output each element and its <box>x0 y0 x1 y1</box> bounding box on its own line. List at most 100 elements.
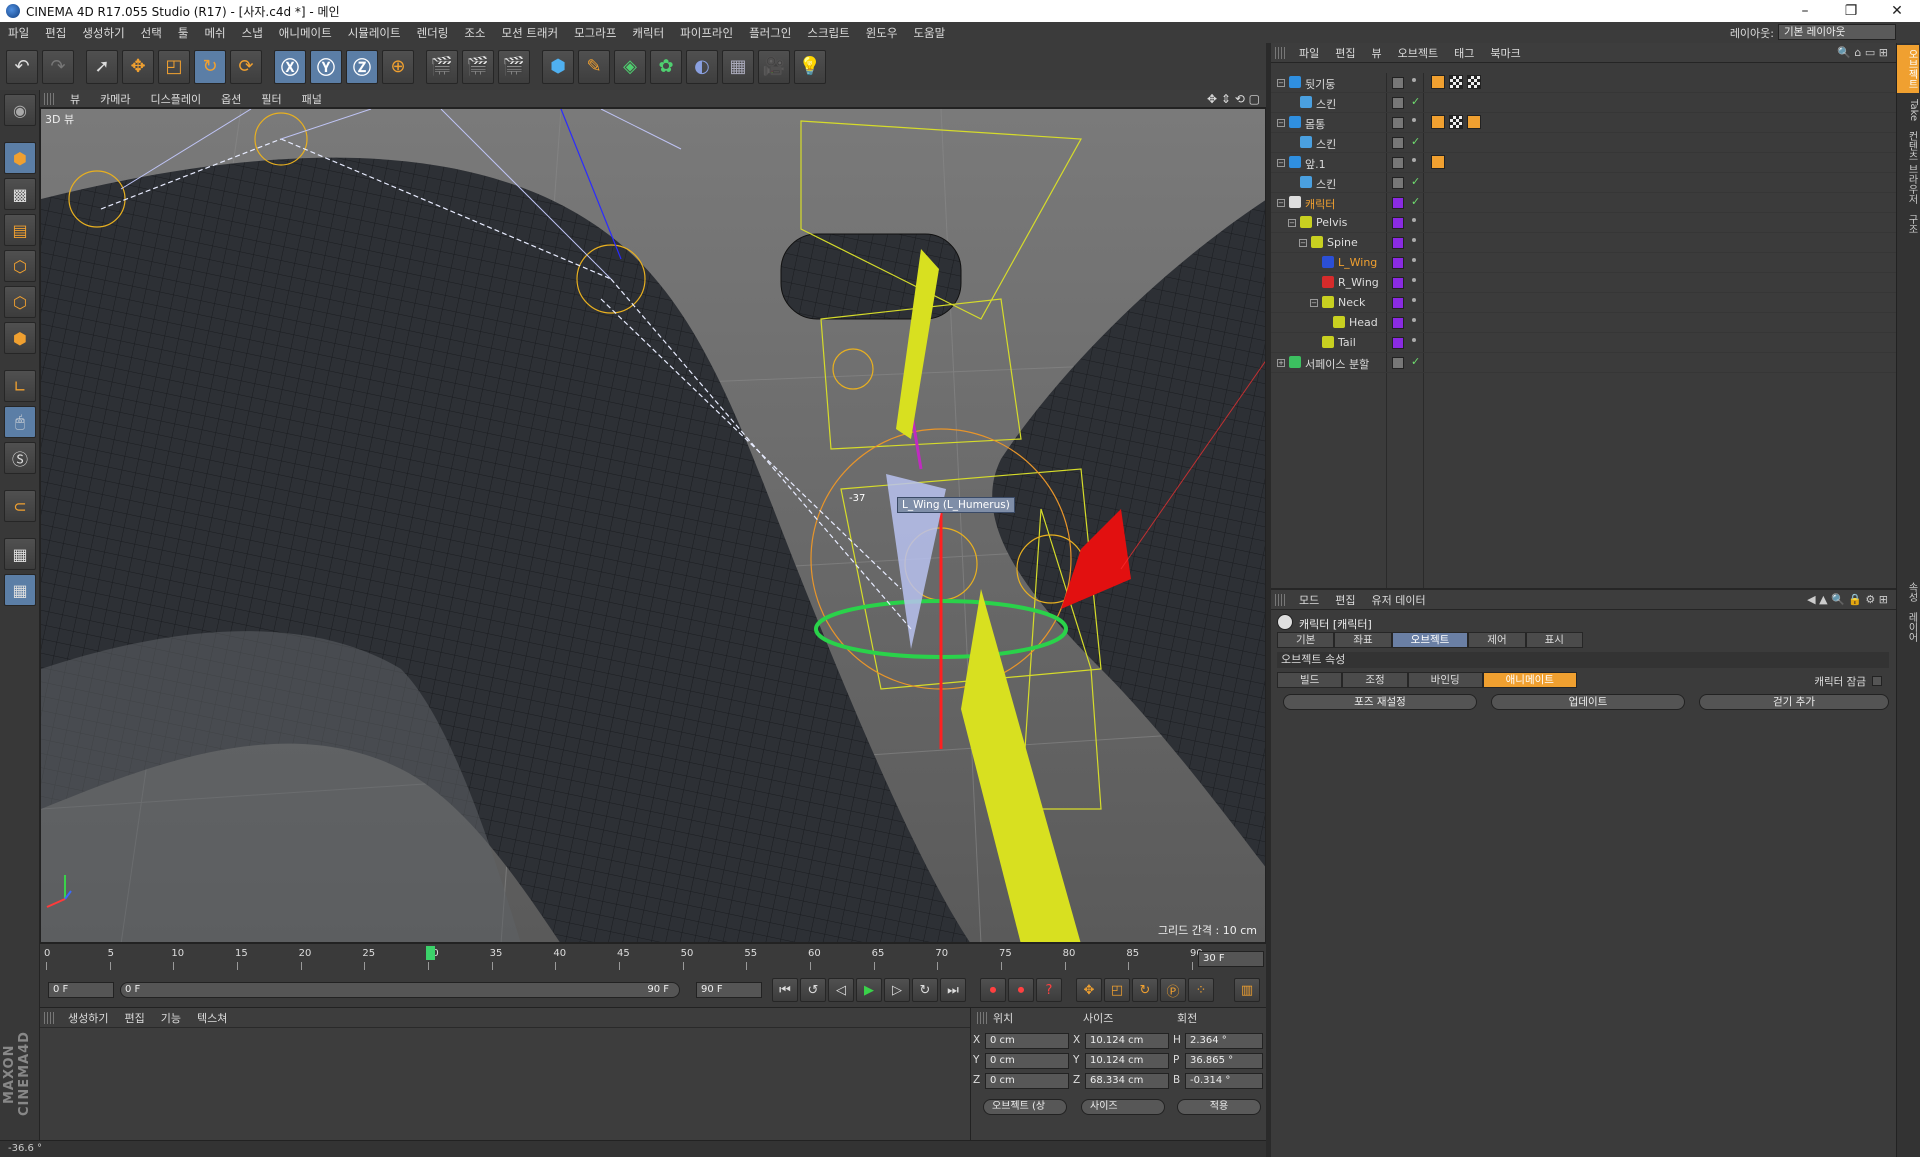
position-z-field[interactable]: 0 cm <box>985 1073 1069 1089</box>
side-tab-layers[interactable]: 레이어 <box>1897 608 1919 646</box>
next-key-icon[interactable]: ↻ <box>912 978 938 1002</box>
am-header-icons[interactable]: ◀ ▲ 🔍 🔒 ⚙ ⊞ <box>1807 593 1888 606</box>
move-icon[interactable]: ✥ <box>122 49 154 84</box>
menu-simulate[interactable]: 시뮬레이트 <box>340 25 409 41</box>
model-mode-icon[interactable]: ⬢ <box>4 142 36 174</box>
menu-select[interactable]: 선택 <box>133 25 170 41</box>
object-name[interactable]: L_Wing <box>1338 256 1377 269</box>
recent-tool-icon[interactable]: ⟳ <box>230 49 262 84</box>
om-menu-tags[interactable]: 태그 <box>1446 45 1482 61</box>
snapping-icon[interactable]: ⊂ <box>4 490 36 522</box>
timeline-ticks[interactable]: 051015202530354045505560657075808590 <box>44 946 1203 972</box>
key-rotation-icon[interactable]: ↻ <box>1132 978 1158 1002</box>
viewport-menu-filter[interactable]: 필터 <box>251 91 291 107</box>
menu-mesh[interactable]: 메쉬 <box>196 25 233 41</box>
menu-character[interactable]: 캐릭터 <box>624 25 672 41</box>
am-menu-user-data[interactable]: 유저 데이터 <box>1364 592 1434 608</box>
redo-icon[interactable]: ↷ <box>42 49 74 84</box>
visibility-dot-icon[interactable] <box>1412 118 1416 122</box>
rotate-icon[interactable]: ↻ <box>194 49 226 84</box>
layer-color-swatch[interactable] <box>1392 297 1404 309</box>
coordinate-system-icon[interactable]: ⊕ <box>382 49 414 84</box>
object-name[interactable]: 캐릭터 <box>1305 196 1335 212</box>
object-row[interactable]: − 뒷기둥 <box>1271 73 1896 93</box>
tree-expand-icon[interactable]: − <box>1277 159 1285 167</box>
texture-tag-icon[interactable] <box>1449 75 1463 89</box>
om-menu-edit[interactable]: 편집 <box>1327 45 1363 61</box>
layer-color-swatch[interactable] <box>1392 97 1404 109</box>
size-x-field[interactable]: 10.124 cm <box>1085 1033 1169 1049</box>
goto-end-icon[interactable]: ⏭ <box>940 978 966 1002</box>
viewport-menu-camera[interactable]: 카메라 <box>90 91 140 107</box>
tree-expand-icon[interactable]: − <box>1288 219 1296 227</box>
close-icon[interactable]: ✕ <box>1874 0 1920 22</box>
object-name[interactable]: Head <box>1349 316 1378 329</box>
key-pla-icon[interactable]: ⁘ <box>1188 978 1214 1002</box>
preview-range-slider[interactable]: 0 F 90 F <box>120 982 680 998</box>
side-tab-content-browser[interactable]: 컨텐츠 브라우저 <box>1897 127 1919 208</box>
weight-tag-icon[interactable] <box>1431 75 1445 89</box>
layer-color-swatch[interactable] <box>1392 357 1404 369</box>
side-tab-objects[interactable]: 오브젝트 <box>1897 45 1919 93</box>
layer-color-swatch[interactable] <box>1392 137 1404 149</box>
object-row[interactable]: R_Wing <box>1271 273 1896 293</box>
tab-object[interactable]: 오브젝트 <box>1391 632 1469 648</box>
visibility-dot-icon[interactable] <box>1412 258 1416 262</box>
tree-expand-icon[interactable]: − <box>1277 79 1285 87</box>
render-picture-viewer-icon[interactable]: 🎬 <box>462 49 494 84</box>
menu-sculpt[interactable]: 조소 <box>456 25 493 41</box>
points-mode-icon[interactable]: ⬡ <box>4 250 36 282</box>
prev-key-icon[interactable]: ↺ <box>800 978 826 1002</box>
enabled-check-icon[interactable]: ✓ <box>1411 135 1420 148</box>
viewport-menu-view[interactable]: 뷰 <box>60 91 90 107</box>
start-frame-field[interactable]: 0 F <box>48 982 114 998</box>
object-row[interactable]: − Spine <box>1271 233 1896 253</box>
am-menu-edit[interactable]: 편집 <box>1327 592 1363 608</box>
side-tab-structure[interactable]: 구조 <box>1897 210 1919 238</box>
object-row[interactable]: − 캐릭터 ✓ <box>1271 193 1896 213</box>
subtab-binding[interactable]: 바인딩 <box>1407 672 1483 688</box>
panel-grip-icon[interactable] <box>44 1011 56 1024</box>
subtab-adjust[interactable]: 조정 <box>1342 672 1408 688</box>
om-menu-objects[interactable]: 오브젝트 <box>1390 45 1446 61</box>
rotation-b-field[interactable]: -0.314 ° <box>1185 1073 1263 1089</box>
object-name[interactable]: 스킨 <box>1316 176 1336 192</box>
layer-color-swatch[interactable] <box>1392 317 1404 329</box>
weight-tag-icon[interactable] <box>1431 115 1445 129</box>
weight-tag-icon[interactable] <box>1467 115 1481 129</box>
object-row[interactable]: 스킨 ✓ <box>1271 133 1896 153</box>
object-row[interactable]: − Neck <box>1271 293 1896 313</box>
axis-mode-icon[interactable]: ∟ <box>4 370 36 402</box>
solo-mode-icon[interactable]: Ⓢ <box>4 442 36 474</box>
enabled-check-icon[interactable]: ✓ <box>1411 95 1420 108</box>
om-menu-view[interactable]: 뷰 <box>1364 45 1390 61</box>
coord-mode-select[interactable]: 오브젝트 (상 <box>983 1099 1067 1115</box>
rotation-p-field[interactable]: 36.865 ° <box>1185 1053 1263 1069</box>
object-row[interactable]: − 몸통 <box>1271 113 1896 133</box>
panel-grip-icon[interactable] <box>1275 46 1287 59</box>
viewport-nav-icons[interactable]: ✥ ⇕ ⟲ ▢ <box>1207 92 1260 106</box>
current-frame-marker[interactable] <box>426 946 435 960</box>
tree-expand-icon[interactable]: + <box>1277 359 1285 367</box>
camera-icon[interactable]: 🎥 <box>758 49 790 84</box>
polygons-mode-icon[interactable]: ⬢ <box>4 322 36 354</box>
current-frame-field[interactable]: 30 F <box>1198 951 1264 967</box>
object-row[interactable]: + 서페이스 분할 ✓ <box>1271 353 1896 373</box>
coord-size-select[interactable]: 사이즈 <box>1081 1099 1165 1115</box>
timeline-ruler[interactable]: 051015202530354045505560657075808590 30 … <box>40 943 1266 973</box>
object-row[interactable]: 스킨 ✓ <box>1271 93 1896 113</box>
object-name[interactable]: 스킨 <box>1316 136 1336 152</box>
om-menu-bookmarks[interactable]: 북마크 <box>1482 45 1528 61</box>
layer-color-swatch[interactable] <box>1392 237 1404 249</box>
menu-help[interactable]: 도움말 <box>905 25 953 41</box>
menu-mograph[interactable]: 모그라프 <box>566 25 624 41</box>
enabled-check-icon[interactable]: ✓ <box>1411 355 1420 368</box>
character-lock-checkbox[interactable] <box>1872 676 1882 686</box>
side-tab-take[interactable]: Take <box>1897 95 1919 125</box>
object-name[interactable]: R_Wing <box>1338 276 1379 289</box>
make-editable-icon[interactable]: ◉ <box>4 94 36 126</box>
viewport-3d[interactable]: 3D 뷰 -37 L_Wing (L_Humerus) 그리드 간격 : 10 … <box>40 108 1266 943</box>
play-icon[interactable]: ▶ <box>856 978 882 1002</box>
object-row[interactable]: Tail <box>1271 333 1896 353</box>
next-frame-icon[interactable]: ▷ <box>884 978 910 1002</box>
